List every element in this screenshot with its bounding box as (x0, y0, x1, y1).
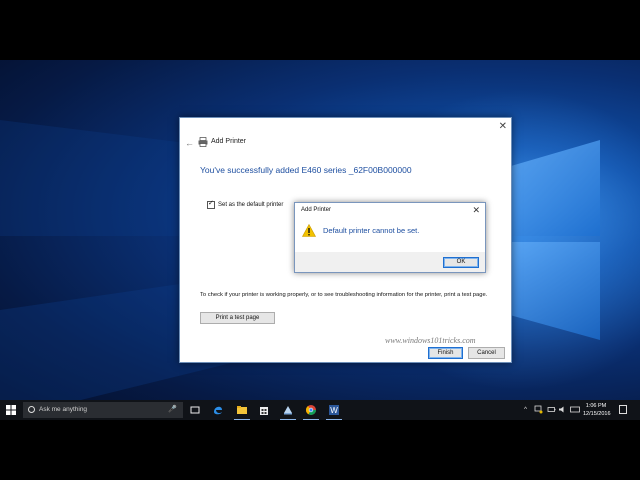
file-explorer-icon[interactable] (236, 404, 248, 416)
search-placeholder: Ask me anything (39, 406, 88, 413)
clock[interactable]: 1:06 PM 12/15/2016 (583, 402, 611, 418)
windows-start-icon[interactable] (6, 405, 16, 415)
volume-icon[interactable] (558, 405, 567, 414)
app-active-indicator (280, 418, 296, 420)
dialog-title: Add Printer (211, 138, 247, 145)
file-explorer-active-indicator (234, 418, 250, 420)
microphone-icon[interactable]: 🎤 (168, 405, 177, 413)
taskbar: Ask me anything 🎤 W ^ 1:06 PM 12/15/2016 (0, 400, 640, 420)
network-warning-icon[interactable] (534, 405, 543, 414)
watermark: www.windows101tricks.com (385, 336, 476, 345)
edge-icon[interactable] (212, 404, 224, 416)
word-icon[interactable]: W (328, 404, 340, 416)
popup-title: Add Printer (301, 207, 332, 213)
success-heading: You've successfully added E460 series _6… (200, 165, 412, 175)
keyboard-icon[interactable] (570, 405, 580, 414)
test-page-info: To check if your printer is working prop… (200, 292, 488, 298)
default-printer-checkbox[interactable] (207, 199, 215, 209)
word-active-indicator (326, 418, 342, 420)
battery-icon[interactable] (547, 405, 556, 414)
task-view-icon[interactable] (189, 404, 201, 416)
chrome-icon[interactable] (305, 404, 317, 416)
printer-icon (198, 137, 208, 147)
clock-time: 1:06 PM (585, 403, 607, 409)
back-arrow-icon[interactable]: ← (185, 138, 194, 148)
show-hidden-icons-chevron[interactable]: ^ (524, 406, 527, 413)
cortana-icon (28, 406, 35, 413)
finish-button[interactable]: Finish (428, 347, 463, 359)
clock-date: 12/15/2016 (583, 411, 611, 417)
popup-close-icon[interactable]: ✕ (472, 205, 480, 216)
print-test-page-button[interactable]: Print a test page (200, 312, 275, 324)
default-printer-option[interactable]: Set as the default printer (207, 199, 284, 209)
ok-button[interactable]: OK (443, 257, 479, 268)
cancel-button[interactable]: Cancel (468, 347, 505, 359)
error-popup: Add Printer ✕ Default printer cannot be … (294, 202, 486, 273)
action-center-icon[interactable] (619, 405, 627, 414)
warning-icon (302, 224, 316, 237)
close-icon[interactable]: ✕ (499, 121, 507, 132)
popup-footer: OK (295, 252, 485, 272)
popup-message: Default printer cannot be set. (323, 226, 420, 235)
chrome-active-indicator (303, 418, 319, 420)
checkbox-label: Set as the default printer (218, 202, 284, 208)
app-icon[interactable] (282, 404, 294, 416)
svg-text:W: W (330, 406, 338, 415)
cortana-search-box[interactable]: Ask me anything 🎤 (23, 402, 183, 418)
store-icon[interactable] (258, 404, 270, 416)
